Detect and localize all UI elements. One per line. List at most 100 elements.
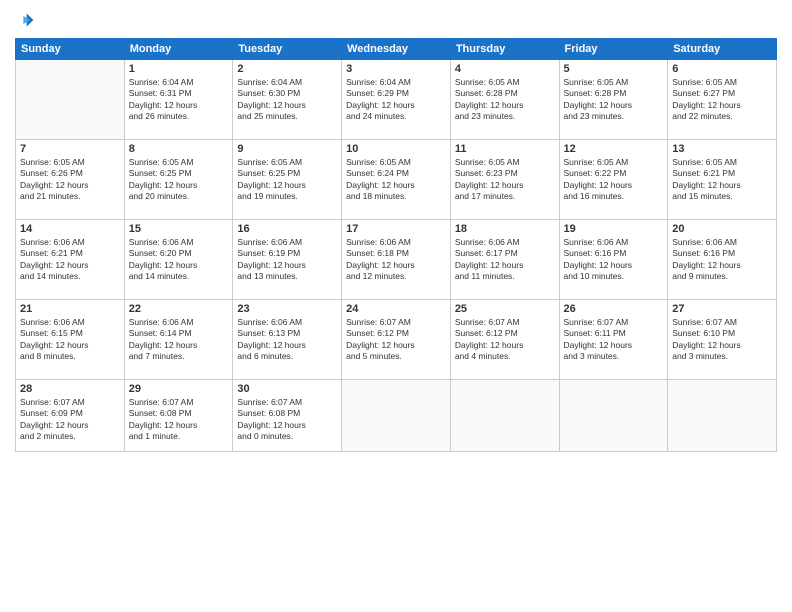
cell-info: Sunrise: 6:05 AM Sunset: 6:28 PM Dayligh…: [564, 77, 664, 123]
calendar-cell: [450, 380, 559, 452]
calendar-cell: 29Sunrise: 6:07 AM Sunset: 6:08 PM Dayli…: [124, 380, 233, 452]
calendar-cell: 24 Sunrise: 6:07 AM Sunset: 6:12 PM Dayli…: [342, 300, 451, 380]
day-number: 10: [346, 143, 446, 155]
cell-info: Sunrise: 6:05 AM Sunset: 6:27 PM Dayligh…: [672, 77, 772, 123]
cell-info: Sunrise: 6:05 AM Sunset: 6:23 PM Dayligh…: [455, 157, 555, 203]
calendar-cell: 9 Sunrise: 6:05 AM Sunset: 6:25 PM Daylig…: [233, 140, 342, 220]
day-number: 30: [237, 383, 337, 395]
day-number: 7: [20, 143, 120, 155]
day-header-tuesday: Tuesday: [233, 39, 342, 60]
calendar-cell: 28Sunrise: 6:07 AM Sunset: 6:09 PM Dayli…: [16, 380, 125, 452]
page-container: SundayMondayTuesdayWednesdayThursdayFrid…: [0, 0, 792, 612]
calendar-cell: 17 Sunrise: 6:06 AM Sunset: 6:18 PM Dayli…: [342, 220, 451, 300]
day-number: 18: [455, 223, 555, 235]
calendar-cell: 19Sunrise: 6:06 AM Sunset: 6:16 PM Dayli…: [559, 220, 668, 300]
day-header-monday: Monday: [124, 39, 233, 60]
week-row-3: 14 Sunrise: 6:06 AM Sunset: 6:21 PM Dayli…: [16, 220, 777, 300]
day-number: 27: [672, 303, 772, 315]
calendar-cell: [342, 380, 451, 452]
calendar-cell: 12 Sunrise: 6:05 AM Sunset: 6:22 PM Dayli…: [559, 140, 668, 220]
day-number: 25: [455, 303, 555, 315]
day-number: 8: [129, 143, 229, 155]
cell-info: Sunrise: 6:05 AM Sunset: 6:26 PM Dayligh…: [20, 157, 120, 203]
cell-info: Sunrise: 6:07 AM Sunset: 6:11 PM Dayligh…: [564, 317, 664, 363]
calendar-cell: 25 Sunrise: 6:07 AM Sunset: 6:12 PM Dayli…: [450, 300, 559, 380]
day-header-thursday: Thursday: [450, 39, 559, 60]
day-number: 2: [237, 63, 337, 75]
calendar-cell: 11 Sunrise: 6:05 AM Sunset: 6:23 PM Dayli…: [450, 140, 559, 220]
header: [15, 10, 777, 30]
calendar-cell: 7 Sunrise: 6:05 AM Sunset: 6:26 PM Daylig…: [16, 140, 125, 220]
cell-info: Sunrise: 6:07 AM Sunset: 6:10 PM Dayligh…: [672, 317, 772, 363]
cell-info: Sunrise: 6:05 AM Sunset: 6:21 PM Dayligh…: [672, 157, 772, 203]
cell-info: Sunrise: 6:05 AM Sunset: 6:25 PM Dayligh…: [129, 157, 229, 203]
cell-info: Sunrise: 6:05 AM Sunset: 6:28 PM Dayligh…: [455, 77, 555, 123]
cell-info: Sunrise: 6:06 AM Sunset: 6:16 PM Dayligh…: [672, 237, 772, 283]
day-number: 19: [564, 223, 664, 235]
day-number: 3: [346, 63, 446, 75]
cell-info: Sunrise: 6:07 AM Sunset: 6:12 PM Dayligh…: [455, 317, 555, 363]
day-number: 24: [346, 303, 446, 315]
calendar-cell: 13 Sunrise: 6:05 AM Sunset: 6:21 PM Dayli…: [668, 140, 777, 220]
calendar-cell: 14 Sunrise: 6:06 AM Sunset: 6:21 PM Dayli…: [16, 220, 125, 300]
logo: [15, 10, 39, 30]
day-number: 20: [672, 223, 772, 235]
calendar-cell: [559, 380, 668, 452]
day-number: 21: [20, 303, 120, 315]
cell-info: Sunrise: 6:05 AM Sunset: 6:24 PM Dayligh…: [346, 157, 446, 203]
cell-info: Sunrise: 6:07 AM Sunset: 6:08 PM Dayligh…: [129, 397, 229, 443]
calendar-cell: 1 Sunrise: 6:04 AM Sunset: 6:31 PM Daylig…: [124, 60, 233, 140]
cell-info: Sunrise: 6:06 AM Sunset: 6:14 PM Dayligh…: [129, 317, 229, 363]
calendar-cell: 10 Sunrise: 6:05 AM Sunset: 6:24 PM Dayli…: [342, 140, 451, 220]
calendar-cell: 30 Sunrise: 6:07 AM Sunset: 6:08 PM Dayli…: [233, 380, 342, 452]
week-row-1: 1 Sunrise: 6:04 AM Sunset: 6:31 PM Daylig…: [16, 60, 777, 140]
calendar-cell: 22 Sunrise: 6:06 AM Sunset: 6:14 PM Dayli…: [124, 300, 233, 380]
cell-info: Sunrise: 6:05 AM Sunset: 6:25 PM Dayligh…: [237, 157, 337, 203]
calendar-cell: 18Sunrise: 6:06 AM Sunset: 6:17 PM Dayli…: [450, 220, 559, 300]
day-number: 9: [237, 143, 337, 155]
cell-info: Sunrise: 6:06 AM Sunset: 6:20 PM Dayligh…: [129, 237, 229, 283]
cell-info: Sunrise: 6:06 AM Sunset: 6:13 PM Dayligh…: [237, 317, 337, 363]
week-row-5: 28Sunrise: 6:07 AM Sunset: 6:09 PM Dayli…: [16, 380, 777, 452]
calendar-table: SundayMondayTuesdayWednesdayThursdayFrid…: [15, 38, 777, 452]
day-number: 14: [20, 223, 120, 235]
day-number: 12: [564, 143, 664, 155]
cell-info: Sunrise: 6:04 AM Sunset: 6:31 PM Dayligh…: [129, 77, 229, 123]
calendar-cell: 15 Sunrise: 6:06 AM Sunset: 6:20 PM Dayli…: [124, 220, 233, 300]
calendar-cell: 20 Sunrise: 6:06 AM Sunset: 6:16 PM Dayli…: [668, 220, 777, 300]
day-number: 15: [129, 223, 229, 235]
day-number: 4: [455, 63, 555, 75]
cell-info: Sunrise: 6:05 AM Sunset: 6:22 PM Dayligh…: [564, 157, 664, 203]
calendar-cell: [16, 60, 125, 140]
day-number: 11: [455, 143, 555, 155]
day-number: 5: [564, 63, 664, 75]
calendar-cell: [668, 380, 777, 452]
day-number: 13: [672, 143, 772, 155]
day-number: 16: [237, 223, 337, 235]
calendar-cell: 4 Sunrise: 6:05 AM Sunset: 6:28 PM Daylig…: [450, 60, 559, 140]
calendar-cell: 6Sunrise: 6:05 AM Sunset: 6:27 PM Daylig…: [668, 60, 777, 140]
calendar-cell: 26 Sunrise: 6:07 AM Sunset: 6:11 PM Dayli…: [559, 300, 668, 380]
week-row-2: 7 Sunrise: 6:05 AM Sunset: 6:26 PM Daylig…: [16, 140, 777, 220]
cell-info: Sunrise: 6:04 AM Sunset: 6:29 PM Dayligh…: [346, 77, 446, 123]
week-row-4: 21Sunrise: 6:06 AM Sunset: 6:15 PM Dayli…: [16, 300, 777, 380]
day-header-saturday: Saturday: [668, 39, 777, 60]
day-number: 1: [129, 63, 229, 75]
cell-info: Sunrise: 6:07 AM Sunset: 6:08 PM Dayligh…: [237, 397, 337, 443]
cell-info: Sunrise: 6:06 AM Sunset: 6:18 PM Dayligh…: [346, 237, 446, 283]
calendar-cell: 8 Sunrise: 6:05 AM Sunset: 6:25 PM Daylig…: [124, 140, 233, 220]
day-header-wednesday: Wednesday: [342, 39, 451, 60]
day-number: 26: [564, 303, 664, 315]
logo-icon: [15, 10, 35, 30]
cell-info: Sunrise: 6:06 AM Sunset: 6:21 PM Dayligh…: [20, 237, 120, 283]
cell-info: Sunrise: 6:07 AM Sunset: 6:12 PM Dayligh…: [346, 317, 446, 363]
day-number: 28: [20, 383, 120, 395]
day-number: 23: [237, 303, 337, 315]
calendar-cell: 23 Sunrise: 6:06 AM Sunset: 6:13 PM Dayli…: [233, 300, 342, 380]
day-number: 17: [346, 223, 446, 235]
day-header-friday: Friday: [559, 39, 668, 60]
day-number: 22: [129, 303, 229, 315]
cell-info: Sunrise: 6:04 AM Sunset: 6:30 PM Dayligh…: [237, 77, 337, 123]
calendar-cell: 2 Sunrise: 6:04 AM Sunset: 6:30 PM Daylig…: [233, 60, 342, 140]
calendar-cell: 5 Sunrise: 6:05 AM Sunset: 6:28 PM Daylig…: [559, 60, 668, 140]
